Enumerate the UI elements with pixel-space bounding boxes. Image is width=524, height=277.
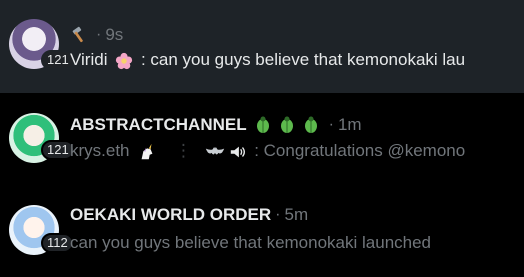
flower-icon xyxy=(115,52,133,70)
last-message-preview: can you guys believe that kemonokaki lau… xyxy=(70,232,465,254)
hammer-icon xyxy=(70,26,88,44)
unicorn-icon xyxy=(138,143,156,161)
conversation-row[interactable]: 112 OEKAKI WORLD ORDER · 5m can you guys… xyxy=(0,185,524,277)
conversation-list: 121 · 9s Viridi: can you guys believe t… xyxy=(0,0,524,277)
message-author: Viridi xyxy=(70,50,108,69)
bug-icon xyxy=(253,115,273,135)
speaker-icon xyxy=(229,144,247,160)
separator-dot: · xyxy=(96,26,102,43)
conversation-name: ABSTRACTCHANNEL xyxy=(70,115,247,134)
conversation-header: ABSTRACTCHANNEL · 1m xyxy=(70,114,362,136)
separator-dot: · xyxy=(275,206,281,223)
conversation-row[interactable]: 121 ABSTRACTCHANNEL · 1m krys.eth ⋮: Co… xyxy=(0,93,524,185)
separator-icon: ⋮ xyxy=(175,141,192,160)
last-message-preview: Viridi : can you guys believe that kemon… xyxy=(70,49,465,71)
message-text: : Congratulations @kemonokaki xyxy=(254,141,465,160)
message-text: : can you guys believe that kemonokaki l… xyxy=(140,50,465,69)
bug-icon xyxy=(301,115,321,135)
last-message-preview: krys.eth ⋮ : Congratulations @kemono xyxy=(70,140,465,162)
conversation-header: OEKAKI WORLD ORDER · 5m xyxy=(70,204,308,226)
timestamp: 1m xyxy=(337,115,362,134)
timestamp: 9s xyxy=(105,25,124,44)
conversation-header: · 9s xyxy=(70,24,123,46)
conversation-name: OEKAKI WORLD ORDER xyxy=(70,205,272,224)
message-author: krys.eth xyxy=(70,141,130,160)
message-text: can you guys believe that kemonokaki lau… xyxy=(70,233,432,252)
bug-icon xyxy=(277,115,297,135)
member-count-badge: 112 xyxy=(41,233,74,253)
separator-dot: · xyxy=(328,116,334,133)
timestamp: 5m xyxy=(284,205,309,224)
bat-icon xyxy=(205,144,225,160)
conversation-row[interactable]: 121 · 9s Viridi: can you guys believe t… xyxy=(0,0,524,93)
